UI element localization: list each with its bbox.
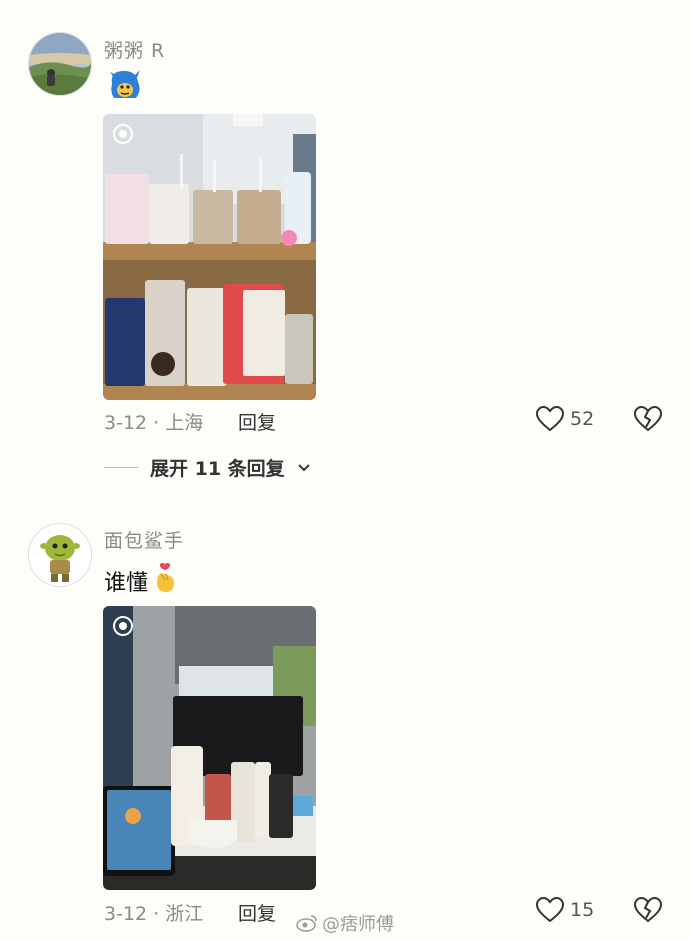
user-avatar[interactable] <box>28 523 92 587</box>
finger-heart-emoji-icon <box>152 562 178 600</box>
dislike-button[interactable] <box>633 896 663 928</box>
heart-icon <box>536 897 564 923</box>
comment-text-content: 谁懂 <box>104 571 149 596</box>
comment-date-location: 3-12 · 浙江 <box>104 903 204 925</box>
comment-photo-desk[interactable] <box>103 606 316 890</box>
weibo-logo-icon <box>296 915 317 932</box>
like-count: 15 <box>570 899 595 921</box>
comment-text: 谁懂 <box>104 562 178 600</box>
username[interactable]: 面包鲨手 <box>104 526 184 553</box>
like-button[interactable]: 15 <box>536 897 594 923</box>
watermark: @痞师傅 <box>296 910 394 936</box>
broken-heart-icon <box>633 896 663 923</box>
reply-button[interactable]: 回复 <box>238 899 276 926</box>
comment-item: 面包鲨手 谁懂 3-12 · 浙江 回复 15 <box>0 0 690 941</box>
watermark-text: @痞师傅 <box>322 914 394 935</box>
